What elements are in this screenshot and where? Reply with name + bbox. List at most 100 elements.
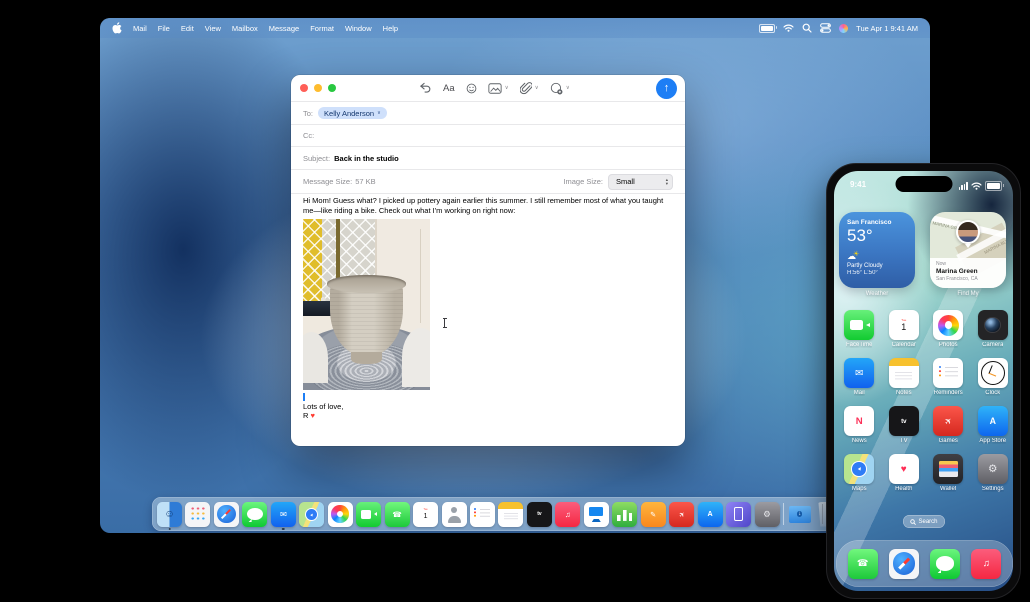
dock-app-divider[interactable] — [782, 497, 784, 531]
siri-icon[interactable] — [839, 23, 849, 33]
iphone-app-calendar[interactable]: Calendar — [882, 310, 927, 358]
emoji-icon[interactable] — [466, 83, 477, 94]
dock-app-pages[interactable] — [640, 497, 666, 531]
dock-app-appstore[interactable] — [697, 497, 723, 531]
iphone-app-maps[interactable]: Maps — [837, 454, 882, 502]
image-size-value: Small — [616, 177, 635, 186]
photo-browser-icon[interactable] — [488, 82, 509, 94]
iphone-app-photos[interactable]: Photos — [926, 310, 971, 358]
dock-app-downloads[interactable] — [787, 497, 812, 531]
iphone-app-news[interactable]: News — [837, 406, 882, 454]
app-icon — [844, 406, 875, 436]
findmy-place: Marina Green — [936, 268, 978, 275]
home-search-pill[interactable]: Search — [902, 515, 945, 528]
iphone-dock-app-messages[interactable] — [930, 548, 961, 579]
zoom-button[interactable] — [328, 84, 336, 92]
findmy-widget-label: Find My — [957, 291, 979, 297]
menu-item[interactable]: Edit — [181, 24, 194, 33]
signature-block[interactable]: Lots of love, R ♥ — [303, 393, 343, 420]
iphone-app-notes[interactable]: Notes — [882, 358, 927, 406]
menu-item[interactable]: View — [205, 24, 221, 33]
iphone-dock-app-music[interactable] — [971, 548, 1002, 579]
dock-app-safari[interactable] — [213, 497, 239, 531]
app-label: TV — [899, 438, 908, 444]
iphone-app-health[interactable]: Health — [882, 454, 927, 502]
dock-app-numbers[interactable] — [612, 497, 638, 531]
iphone-dock-app-safari[interactable] — [888, 548, 919, 579]
close-button[interactable] — [300, 84, 308, 92]
dock-app-iphone-mirroring[interactable] — [726, 497, 752, 531]
menu-bar-clock[interactable]: Tue Apr 1 9:41 AM — [856, 24, 918, 33]
recipient-pill[interactable]: Kelly Anderson — [318, 107, 387, 119]
dock-app-keynote[interactable] — [583, 497, 609, 531]
dock-app-settings[interactable] — [754, 497, 780, 531]
menu-item[interactable]: Help — [383, 24, 398, 33]
dock-app-games[interactable] — [669, 497, 695, 531]
dock-app-notes[interactable] — [498, 497, 524, 531]
iphone-app-camera[interactable]: Camera — [971, 310, 1014, 358]
menu-items: Mail File Edit View Mailbox Message Format Wind… — [133, 24, 398, 33]
iphone-app-games[interactable]: Games — [926, 406, 971, 454]
iphone-dock-app-phone[interactable] — [847, 548, 878, 579]
attach-file-icon[interactable] — [519, 81, 539, 95]
control-center-icon[interactable] — [820, 23, 832, 33]
cc-field[interactable]: Cc: — [291, 124, 685, 146]
wifi-icon[interactable] — [783, 24, 794, 32]
iphone-app-facetime[interactable]: FaceTime — [837, 310, 882, 358]
dock-app-launchpad[interactable] — [185, 497, 211, 531]
dock-app-facetime[interactable] — [356, 497, 382, 531]
dock-app-finder[interactable] — [157, 497, 182, 531]
dock-app-maps[interactable] — [299, 497, 325, 531]
iphone-app-clock[interactable]: Clock — [971, 358, 1014, 406]
minimize-button[interactable] — [314, 84, 322, 92]
insert-link-icon[interactable] — [550, 82, 570, 95]
app-icon — [787, 502, 812, 527]
app-icon — [933, 406, 964, 436]
text-insertion-caret — [303, 393, 305, 401]
iphone-app-settings[interactable]: Settings — [971, 454, 1014, 502]
send-button[interactable] — [656, 78, 677, 99]
dock-app-music[interactable] — [555, 497, 581, 531]
cc-label: Cc: — [303, 131, 315, 140]
weather-widget[interactable]: San Francisco 53° ☀ ☁ Partly Cloudy H:56°… — [839, 212, 915, 288]
dock-app-calendar[interactable] — [413, 497, 439, 531]
heart-emoji: ♥ — [310, 411, 315, 421]
iphone-app-reminders[interactable]: Reminders — [926, 358, 971, 406]
app-icon — [356, 501, 382, 527]
dock-app-reminders[interactable] — [469, 497, 495, 531]
image-size-select[interactable]: Small — [608, 173, 673, 190]
battery-icon[interactable] — [759, 23, 778, 33]
to-field[interactable]: To: Kelly Anderson — [291, 101, 685, 124]
menu-item[interactable]: Window — [345, 24, 372, 33]
iphone-app-tv[interactable]: TV — [882, 406, 927, 454]
dock-app-phone[interactable] — [384, 497, 410, 531]
dock-app-contacts[interactable] — [441, 497, 467, 531]
menu-item[interactable]: Mail — [133, 24, 147, 33]
dock-app-mail[interactable] — [270, 497, 296, 531]
dock-app-tv[interactable] — [526, 497, 552, 531]
spotlight-search-icon[interactable] — [802, 23, 812, 33]
findmy-widget[interactable]: MARINA GREEN DR MARINA BLV Now Marina Gr… — [930, 212, 1006, 288]
menu-item[interactable]: File — [158, 24, 170, 33]
dock-app-messages[interactable] — [242, 497, 268, 531]
apple-menu-icon[interactable] — [112, 22, 122, 34]
format-icon[interactable]: Aa — [443, 83, 455, 94]
app-icon — [888, 310, 919, 340]
iphone-app-wallet[interactable]: Wallet — [926, 454, 971, 502]
app-label: Maps — [851, 486, 867, 492]
iphone-dock — [836, 540, 1013, 587]
subject-field[interactable]: Subject: Back in the studio — [291, 146, 685, 169]
undo-icon[interactable] — [419, 82, 432, 94]
findmy-info: Now Marina Green San Francisco, CA — [930, 258, 1006, 288]
menu-item[interactable]: Format — [310, 24, 334, 33]
iphone-app-appstore[interactable]: App Store — [971, 406, 1014, 454]
battery-icon — [985, 181, 1004, 191]
app-icon — [933, 358, 964, 388]
app-icon — [157, 501, 182, 527]
app-icon — [185, 501, 211, 527]
dock-app-photos[interactable] — [327, 497, 353, 531]
iphone-app-mail[interactable]: Mail — [837, 358, 882, 406]
menu-item[interactable]: Message — [269, 24, 299, 33]
attached-photo-pottery[interactable] — [303, 219, 430, 390]
menu-item[interactable]: Mailbox — [232, 24, 258, 33]
